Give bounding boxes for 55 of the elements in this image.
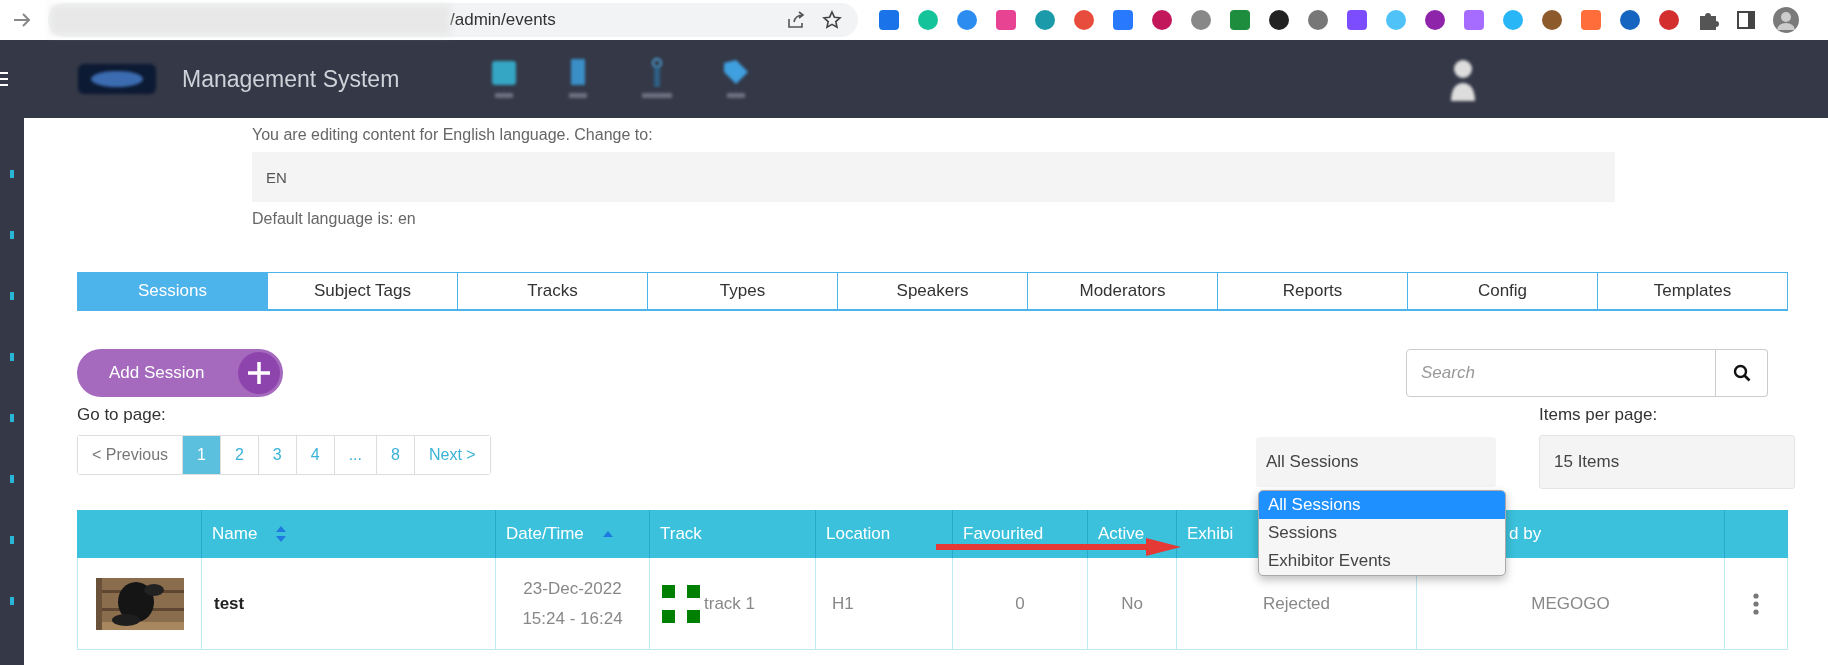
sidebar-item-icon[interactable]: [9, 168, 15, 180]
extension-icon[interactable]: [1424, 9, 1446, 31]
column-header[interactable]: Track: [660, 524, 702, 544]
default-language-note: Default language is: en: [252, 210, 417, 228]
search-button[interactable]: [1716, 349, 1768, 397]
table-cell: MEGOGO: [1531, 593, 1610, 614]
table-cell: 0: [1015, 593, 1025, 614]
menu-icon[interactable]: [0, 71, 8, 87]
search-icon: [1732, 364, 1751, 382]
add-session-button[interactable]: Add Session: [77, 349, 283, 397]
column-header[interactable]: Exhibi: [1187, 524, 1234, 544]
search-field[interactable]: Search: [1406, 349, 1716, 397]
page-link[interactable]: 1: [182, 436, 220, 474]
sidebar-icon[interactable]: [1736, 10, 1756, 30]
forward-icon[interactable]: [12, 12, 32, 28]
avatar-icon[interactable]: [1773, 7, 1799, 33]
dropdown-option[interactable]: All Sessions: [1259, 491, 1505, 519]
app-title: Management System: [182, 65, 400, 93]
plus-icon: [238, 352, 280, 394]
logo-icon: [78, 64, 156, 94]
dropdown-option[interactable]: Sessions: [1259, 519, 1505, 547]
sidebar-item-icon[interactable]: [9, 412, 15, 424]
items-per-page-label: Items per page:: [1539, 405, 1659, 425]
table-cell-text: 23-Dec-2022 15:24 - 16:24: [522, 577, 623, 630]
column-header[interactable]: Location: [826, 524, 891, 544]
share-icon[interactable]: [786, 10, 806, 30]
sidebar-item-icon[interactable]: [9, 351, 15, 363]
go-to-page-label: Go to page:: [77, 405, 167, 425]
table-cell: track 1: [704, 593, 756, 614]
sidebar-item-icon[interactable]: [9, 290, 15, 302]
sidebar-item-icon[interactable]: [9, 595, 15, 607]
star-icon[interactable]: [822, 10, 842, 30]
sidebar-item-icon[interactable]: [9, 473, 15, 485]
column-header[interactable]: Date/Time: [506, 524, 584, 544]
language-field[interactable]: EN: [252, 152, 1615, 202]
session-filter-select[interactable]: All Sessions: [1256, 437, 1496, 487]
column-header[interactable]: d by: [1509, 524, 1542, 544]
dropdown-option[interactable]: Exhibitor Events: [1259, 547, 1505, 575]
more-options-icon[interactable]: [1753, 592, 1759, 615]
table-cell-text: H1: [831, 593, 854, 614]
column-header[interactable]: Active: [1098, 524, 1145, 544]
page-link[interactable]: Next >: [413, 436, 490, 474]
tab[interactable]: Sessions: [78, 273, 267, 309]
extension-icon[interactable]: [1268, 9, 1290, 31]
sidebar-item-icon[interactable]: [9, 534, 15, 546]
table-cell: Rejected: [1262, 593, 1331, 614]
column-header[interactable]: Name: [212, 524, 258, 544]
column-header[interactable]: Favourited: [963, 524, 1044, 544]
user-silhouette-icon[interactable]: [1448, 57, 1478, 101]
table-cell: test: [214, 593, 245, 614]
address-bar[interactable]: /admin/events: [48, 3, 858, 37]
language-notice: You are editing content for English language. Change to:: [252, 126, 654, 144]
table-cell: No: [1121, 593, 1143, 614]
items-per-page-select[interactable]: 15 Items: [1539, 435, 1795, 489]
sidebar-item-icon[interactable]: [9, 229, 15, 241]
